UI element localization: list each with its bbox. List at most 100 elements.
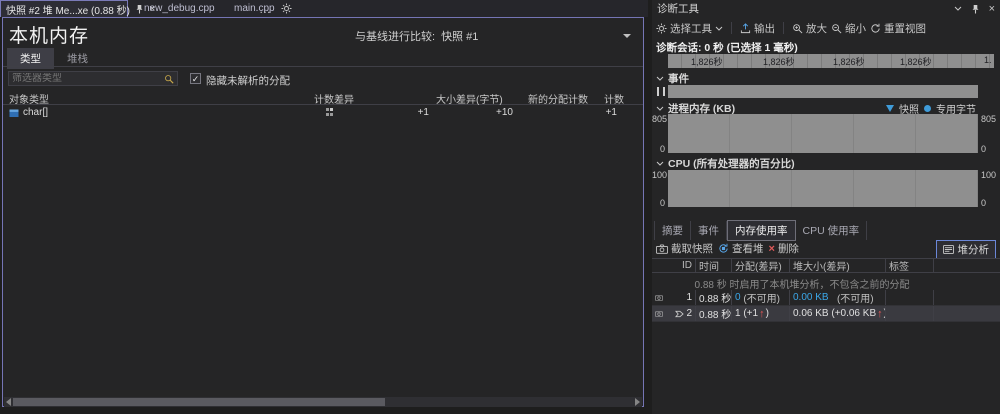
cpu-title: CPU (所有处理器的百分比) [668,158,795,170]
delete-button[interactable]: × 删除 [769,241,799,256]
header-tag[interactable]: 标签 [886,259,934,272]
header-id[interactable]: ID [666,259,696,272]
snapshot-id: 2 [686,308,692,319]
chevron-down-icon [715,26,723,31]
zoom-out-icon [831,23,842,34]
zoom-in-icon [792,23,803,34]
hide-unresolved-checkbox[interactable]: ✓ [190,73,201,84]
zoom-in-label: 放大 [806,22,827,35]
tab-summary[interactable]: 摘要 [654,221,691,240]
tab-strip-actions: … [259,0,292,17]
native-memory-document: 本机内存 与基线进行比较: 快照 #1 类型 堆栈 ✓ 隐藏未解析的分配 对象类… [2,17,644,407]
heap-size-cell: 0.00 KB (不可用) [790,290,886,305]
tag-cell [886,290,934,305]
memory-axis-max-left: 805 [652,114,668,124]
filter-input-box[interactable] [8,71,178,86]
scroll-right-icon[interactable] [635,398,640,406]
reset-view-label: 重置视图 [884,22,926,35]
header-alloc-diff[interactable]: 分配(差异) [732,259,790,272]
events-track[interactable] [668,85,978,98]
tab-snapshot-document[interactable]: 快照 #2 堆 Me...xe (0.88 秒) × [0,0,155,17]
zoom-in-button[interactable]: 放大 [792,21,827,36]
header-time[interactable]: 时间 [696,259,732,272]
snapshot-marker-icon [886,105,894,112]
hide-unresolved-label[interactable]: 隐藏未解析的分配 [206,73,290,88]
cpu-axis-min-left: 0 [659,198,665,208]
compare-baseline-combobox[interactable]: 与基线进行比较: 快照 #1 [355,28,631,44]
filter-input[interactable] [9,73,164,84]
pin-icon[interactable] [971,4,980,14]
heap-size-cell: 0.06 KB (+0.06 KB↑) [790,306,886,321]
tab-events[interactable]: 事件 [691,221,727,240]
heap-size-link[interactable]: 0.00 KB [793,292,829,303]
search-icon[interactable] [164,74,177,84]
alloc-count-link[interactable]: 0 [735,292,741,303]
chevron-down-icon[interactable] [954,6,962,11]
snapshot-toolbar: 截取快照 查看堆 × 删除 堆分析 [652,240,1000,259]
reset-view-icon [870,23,881,34]
take-snapshot-button[interactable]: 截取快照 [656,241,713,256]
tab-cpu-usage[interactable]: CPU 使用率 [796,221,868,240]
chevron-down-icon [656,76,664,81]
divider [3,66,643,67]
chevron-down-icon[interactable] [623,34,631,38]
chevron-down-icon [656,106,664,111]
increase-arrow-icon: ↑ [759,307,765,320]
increase-arrow-icon: ↑ [877,307,883,320]
memory-axis-max-right: 805 [981,114,997,124]
memory-axis-min-left: 0 [659,144,665,154]
timeline-ruler[interactable]: 1,826秒 1,826秒 1,826秒 1,826秒 1. [668,54,994,68]
app-window: 快照 #2 堆 Me...xe (0.88 秒) × new_debug.cpp… [0,0,1000,414]
col-object-type[interactable]: 对象类型 [9,91,49,106]
snapshot-id: 1 [666,290,696,305]
col-size-diff[interactable]: 大小差异(字节) [436,91,503,106]
tab-memory-usage[interactable]: 内存使用率 [727,220,796,241]
gear-icon[interactable] [281,3,292,14]
col-count[interactable]: 计数 [604,91,624,106]
overflow-icon[interactable]: … [259,2,271,16]
table-row[interactable]: char[] +1 +10 +1 [3,106,643,121]
types-table-header: 对象类型 计数差异 大小差异(字节) 新的分配计数 计数 [3,89,643,106]
snapshot-table-header: ID 时间 分配(差异) 堆大小(差异) 标签 [652,258,1000,273]
tab-new-debug-cpp[interactable]: new_debug.cpp [136,0,223,17]
snapshot-id-with-marker: 2 [666,306,696,321]
ruler-tick: 1. [984,55,992,65]
tab-snapshot-label: 快照 #2 堆 Me...xe (0.88 秒) [6,5,130,17]
ruler-tick: 1,826秒 [691,57,723,67]
scrollbar-thumb[interactable] [13,398,385,406]
current-snapshot-icon [675,310,685,317]
cpu-axis-min-right: 0 [981,198,987,208]
snapshot-time: 0.88 秒 [696,290,732,305]
view-instances-icon[interactable] [325,107,334,118]
session-status: 诊断会话: 0 秒 (已选择 1 毫秒) [656,42,798,54]
close-icon[interactable]: × [989,3,995,15]
snapshot-row-2[interactable]: 2 0.88 秒 1 (+1↑) 0.06 KB (+0.06 KB↑) [652,306,1000,322]
view-heap-button[interactable]: 查看堆 [718,241,764,256]
alloc-unavailable: (不可用) [743,294,781,305]
events-title: 事件 [668,73,689,85]
diagnostics-titlebar: 诊断工具 × [652,0,1000,17]
memory-axis-min-right: 0 [981,144,987,154]
heap-analysis-button[interactable]: 堆分析 [935,240,996,259]
cpu-section-header[interactable]: CPU (所有处理器的百分比) [656,156,795,171]
reset-view-button[interactable]: 重置视图 [870,21,926,36]
row-spacer [934,306,1000,321]
snapshot-row-1[interactable]: 1 0.88 秒 0 (不可用) 0.00 KB (不可用) [652,290,1000,306]
gear-icon [656,22,667,34]
events-section-header[interactable]: 事件 [656,71,689,86]
divider [783,22,784,34]
diagnostic-tools-panel: 诊断工具 × 选择工具 输出 放大 缩小 重置视图 诊断会话: 0 秒 (已选择… [652,0,1000,414]
col-new-alloc-count[interactable]: 新的分配计数 [528,91,588,106]
output-button[interactable]: 输出 [740,21,775,36]
snapshot-time: 0.88 秒 [696,306,732,321]
select-tool-label: 选择工具 [670,22,712,35]
memory-chart[interactable] [668,114,978,153]
zoom-out-button[interactable]: 缩小 [831,21,866,36]
header-heap-size-diff[interactable]: 堆大小(差异) [790,259,886,272]
col-count-diff[interactable]: 计数差异 [314,91,354,106]
select-tool-button[interactable]: 选择工具 [656,21,723,36]
cpu-chart[interactable] [668,170,978,207]
page-title: 本机内存 [9,26,90,47]
scroll-left-icon[interactable] [6,398,11,406]
count-cell: +1 [605,107,617,118]
